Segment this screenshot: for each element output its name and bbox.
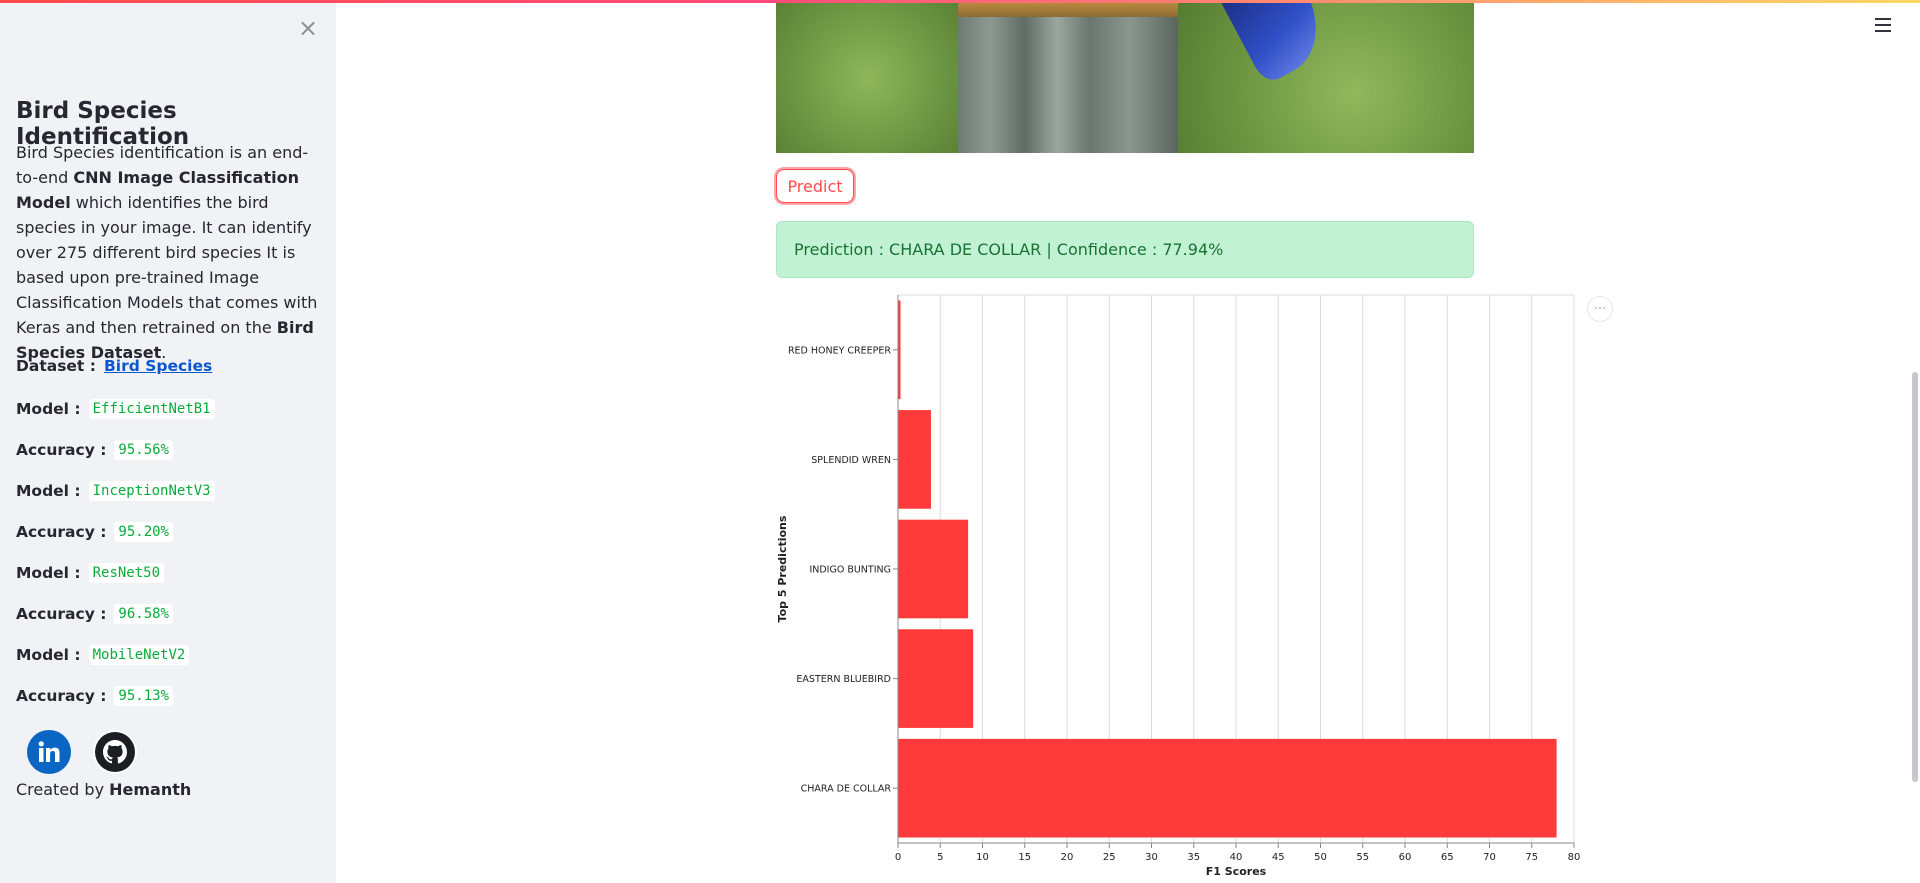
page-scrollbar[interactable]: [1912, 372, 1918, 782]
row-label: Model :: [16, 482, 81, 500]
row-label: Accuracy :: [16, 523, 107, 541]
predictions-bar-chart: 0 5 10 15 20 25 30 35 40 45 50 55 60 65 70 75 80 RED HONE…: [776, 294, 1581, 878]
y-tick-label: EASTERN BLUEBIRD: [796, 674, 891, 685]
chart-bar: [898, 410, 931, 509]
x-tick-label: 45: [1272, 852, 1285, 863]
hamburger-menu-icon[interactable]: [1875, 18, 1895, 36]
y-tick-label: CHARA DE COLLAR: [801, 784, 892, 795]
top-decoration-bar: [0, 0, 1920, 3]
x-tick-label: 60: [1399, 852, 1412, 863]
y-tick-label: INDIGO BUNTING: [809, 565, 891, 576]
x-tick-label: 75: [1525, 852, 1538, 863]
x-tick-label: 40: [1230, 852, 1243, 863]
dataset-row: Dataset : Bird Species: [16, 357, 212, 375]
row-value: ResNet50: [88, 563, 165, 583]
dataset-link[interactable]: Bird Species: [104, 357, 212, 375]
row-label: Model :: [16, 400, 81, 418]
sidebar-description: Bird Species identification is an end-to…: [16, 140, 322, 365]
uploaded-bird-image: [776, 3, 1474, 153]
x-tick-label: 55: [1356, 852, 1369, 863]
x-tick-label: 5: [937, 852, 943, 863]
row-label: Accuracy :: [16, 687, 107, 705]
model-row: Model : InceptionNetV3: [16, 481, 215, 501]
x-tick-label: 35: [1187, 852, 1200, 863]
author-name: Hemanth: [109, 780, 192, 799]
chart-bar: [898, 738, 1557, 838]
dataset-label: Dataset :: [16, 357, 96, 375]
sidebar: × Bird Species Identification Bird Speci…: [0, 0, 336, 883]
close-sidebar-button[interactable]: ×: [296, 16, 320, 40]
created-by-text: Created by Hemanth: [16, 780, 191, 799]
x-tick-label: 15: [1018, 852, 1031, 863]
accuracy-row: Accuracy : 95.56%: [16, 440, 173, 460]
predict-button[interactable]: Predict: [776, 169, 854, 203]
x-tick-label: 25: [1103, 852, 1116, 863]
x-tick-label: 65: [1441, 852, 1454, 863]
chart-bar: [898, 629, 974, 728]
model-row: Model : MobileNetV2: [16, 645, 190, 665]
row-value: InceptionNetV3: [88, 481, 215, 501]
model-row: Model : EfficientNetB1: [16, 399, 215, 419]
x-tick-label: 80: [1568, 852, 1581, 863]
x-tick-label: 50: [1314, 852, 1327, 863]
accuracy-row: Accuracy : 95.13%: [16, 686, 173, 706]
row-label: Model :: [16, 646, 81, 664]
prediction-alert: Prediction : CHARA DE COLLAR | Confidenc…: [776, 221, 1474, 278]
x-tick-label: 0: [895, 852, 901, 863]
x-tick-label: 30: [1145, 852, 1158, 863]
github-icon[interactable]: [93, 730, 137, 774]
x-tick-label: 10: [976, 852, 989, 863]
row-value: 95.20%: [114, 522, 173, 542]
created-prefix: Created by: [16, 780, 110, 799]
y-tick-label: SPLENDID WREN: [811, 455, 891, 466]
row-label: Model :: [16, 564, 81, 582]
model-row: Model : ResNet50: [16, 563, 165, 583]
x-tick-label: 20: [1061, 852, 1074, 863]
row-value: 95.56%: [114, 440, 173, 460]
row-label: Accuracy :: [16, 441, 107, 459]
accuracy-row: Accuracy : 95.20%: [16, 522, 173, 542]
row-value: EfficientNetB1: [88, 399, 215, 419]
linkedin-icon[interactable]: [27, 730, 71, 774]
prediction-text: Prediction : CHARA DE COLLAR | Confidenc…: [794, 240, 1224, 259]
x-axis-title: F1 Scores: [1206, 865, 1267, 878]
y-axis-title: Top 5 Predictions: [776, 515, 789, 622]
row-label: Accuracy :: [16, 605, 107, 623]
y-tick-label: RED HONEY CREEPER: [788, 345, 891, 356]
row-value: MobileNetV2: [88, 645, 190, 665]
accuracy-row: Accuracy : 96.58%: [16, 604, 173, 624]
description-run: which identifies the bird species in you…: [16, 193, 318, 337]
row-value: 96.58%: [114, 604, 173, 624]
x-tick-label: 70: [1483, 852, 1496, 863]
row-value: 95.13%: [114, 686, 173, 706]
chart-bar: [898, 519, 969, 619]
